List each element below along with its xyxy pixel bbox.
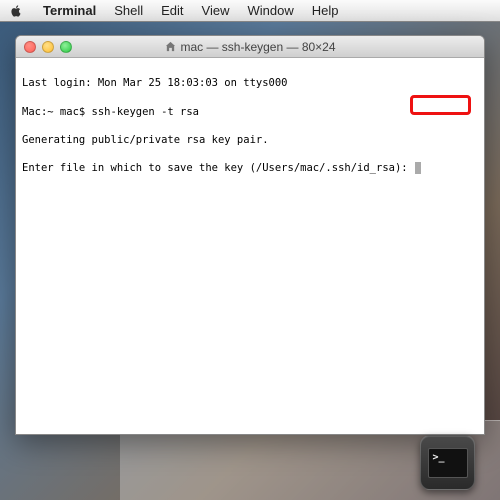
minimize-button[interactable]: [42, 41, 54, 53]
cursor-icon: [415, 162, 421, 174]
terminal-prompt-line: Enter file in which to save the key (/Us…: [22, 161, 478, 175]
terminal-content[interactable]: Last login: Mon Mar 25 18:03:03 on ttys0…: [16, 58, 484, 434]
menu-window[interactable]: Window: [239, 3, 303, 18]
dock-terminal-icon[interactable]: [420, 435, 475, 490]
home-icon: [164, 41, 176, 53]
window-titlebar[interactable]: mac — ssh-keygen — 80×24: [16, 36, 484, 58]
menu-app-name[interactable]: Terminal: [34, 3, 105, 18]
apple-icon[interactable]: [8, 3, 24, 19]
menu-edit[interactable]: Edit: [152, 3, 192, 18]
terminal-line: Last login: Mon Mar 25 18:03:03 on ttys0…: [22, 76, 478, 90]
menu-shell[interactable]: Shell: [105, 3, 152, 18]
close-button[interactable]: [24, 41, 36, 53]
traffic-lights: [16, 41, 72, 53]
window-title: mac — ssh-keygen — 80×24: [16, 40, 484, 54]
terminal-line: Generating public/private rsa key pair.: [22, 133, 478, 147]
window-title-text: mac — ssh-keygen — 80×24: [180, 40, 335, 54]
terminal-line: Mac:~ mac$ ssh-keygen -t rsa: [22, 105, 478, 119]
menu-view[interactable]: View: [193, 3, 239, 18]
terminal-window: mac — ssh-keygen — 80×24 Last login: Mon…: [15, 35, 485, 435]
menu-bar: Terminal Shell Edit View Window Help: [0, 0, 500, 22]
menu-help[interactable]: Help: [303, 3, 348, 18]
zoom-button[interactable]: [60, 41, 72, 53]
terminal-icon: [428, 448, 468, 478]
